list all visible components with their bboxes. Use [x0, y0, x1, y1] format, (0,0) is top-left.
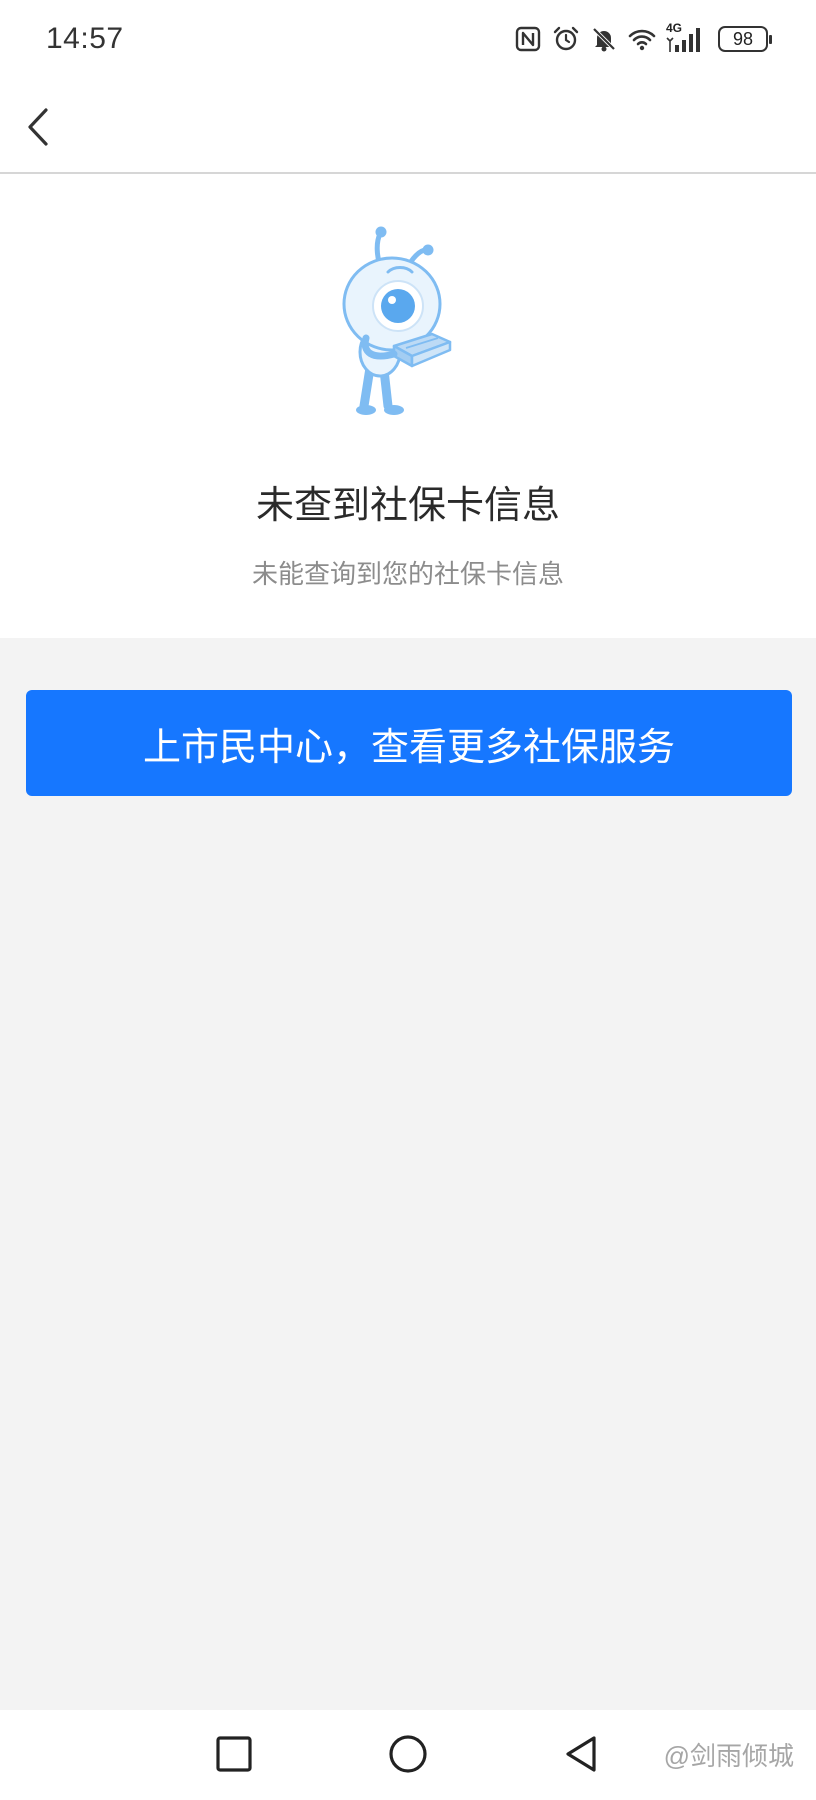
wifi-icon: [628, 29, 656, 51]
empty-state-subtitle: 未能查询到您的社保卡信息: [251, 559, 564, 589]
chevron-left-icon[interactable]: [18, 102, 62, 152]
mute-icon: [592, 27, 616, 52]
system-navigation-bar: @剑雨倾城: [0, 1710, 816, 1800]
citizen-center-button[interactable]: 上市民中心，查看更多社保服务: [26, 690, 792, 796]
status-time: 14:57: [46, 22, 124, 55]
battery-icon: 98: [718, 26, 772, 52]
empty-state-card: 未查到社保卡信息 未能查询到您的社保卡信息: [0, 174, 816, 638]
nfc-icon: [515, 26, 541, 52]
signal-icon: [666, 28, 700, 52]
home-circle-icon[interactable]: [382, 1728, 434, 1780]
watermark-text: @剑雨倾城: [663, 1741, 794, 1771]
empty-state-title: 未查到社保卡信息: [255, 485, 560, 527]
cellular-signal: 4G: [666, 21, 706, 53]
ant-mascot-illustration: [342, 226, 452, 415]
recents-square-icon[interactable]: [208, 1728, 260, 1780]
alarm-icon: [553, 26, 579, 51]
status-bar: 14:57 4G 98: [0, 0, 816, 80]
back-triangle-icon[interactable]: [556, 1728, 608, 1780]
status-icons: 4G 98: [514, 21, 772, 54]
nav-bar: [0, 80, 816, 174]
